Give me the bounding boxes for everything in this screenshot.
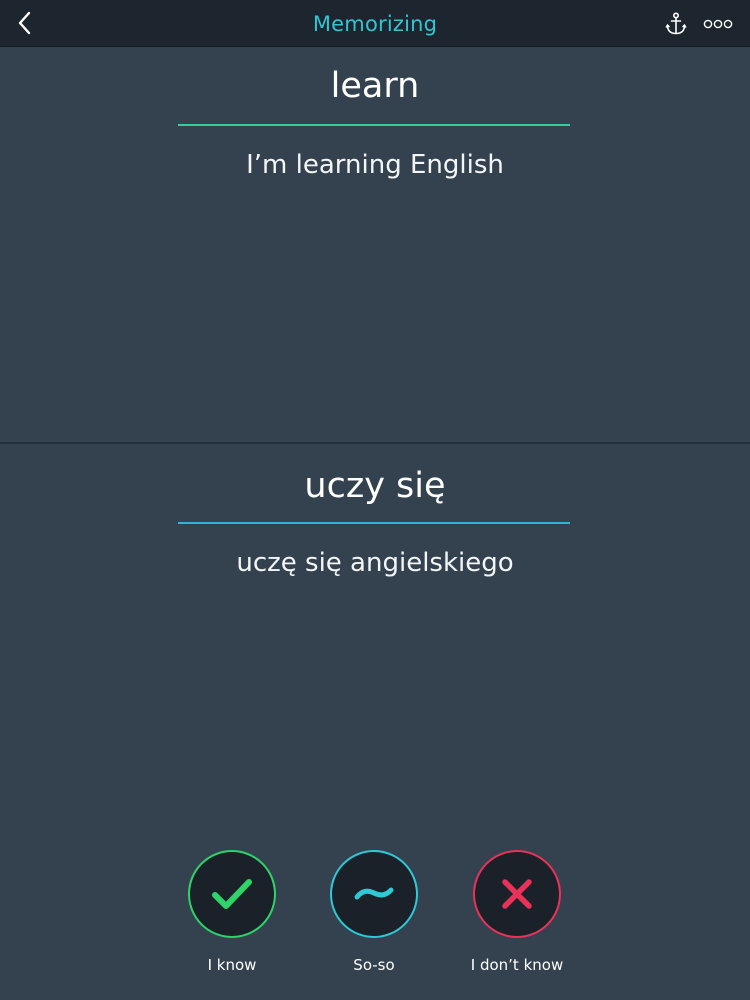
front-example: I’m learning English [246, 150, 504, 180]
front-underline [178, 124, 570, 126]
more-button[interactable] [700, 12, 736, 36]
check-icon [212, 879, 252, 909]
back-example: uczę się angielskiego [236, 548, 514, 578]
more-dots-icon [703, 19, 733, 29]
page-title: Memorizing [312, 12, 438, 36]
tilde-icon [354, 887, 394, 900]
back-word: uczy się [304, 466, 446, 506]
so-so-button[interactable] [330, 850, 418, 938]
card-front[interactable]: learn I’m learning English [0, 46, 750, 442]
i-know-button[interactable] [188, 850, 276, 938]
front-word: learn [330, 66, 420, 106]
cross-icon [502, 879, 532, 909]
back-underline [178, 522, 570, 524]
answer-i-dont-know: I don’t know [427, 850, 607, 974]
memorizing-screen: Memorizing learn I’m learning English uc… [0, 0, 750, 1000]
i-dont-know-button[interactable] [473, 850, 561, 938]
i-dont-know-label: I don’t know [470, 956, 564, 974]
anchor-icon [665, 12, 687, 35]
anchor-button[interactable] [663, 10, 689, 38]
top-bar: Memorizing [0, 0, 750, 47]
